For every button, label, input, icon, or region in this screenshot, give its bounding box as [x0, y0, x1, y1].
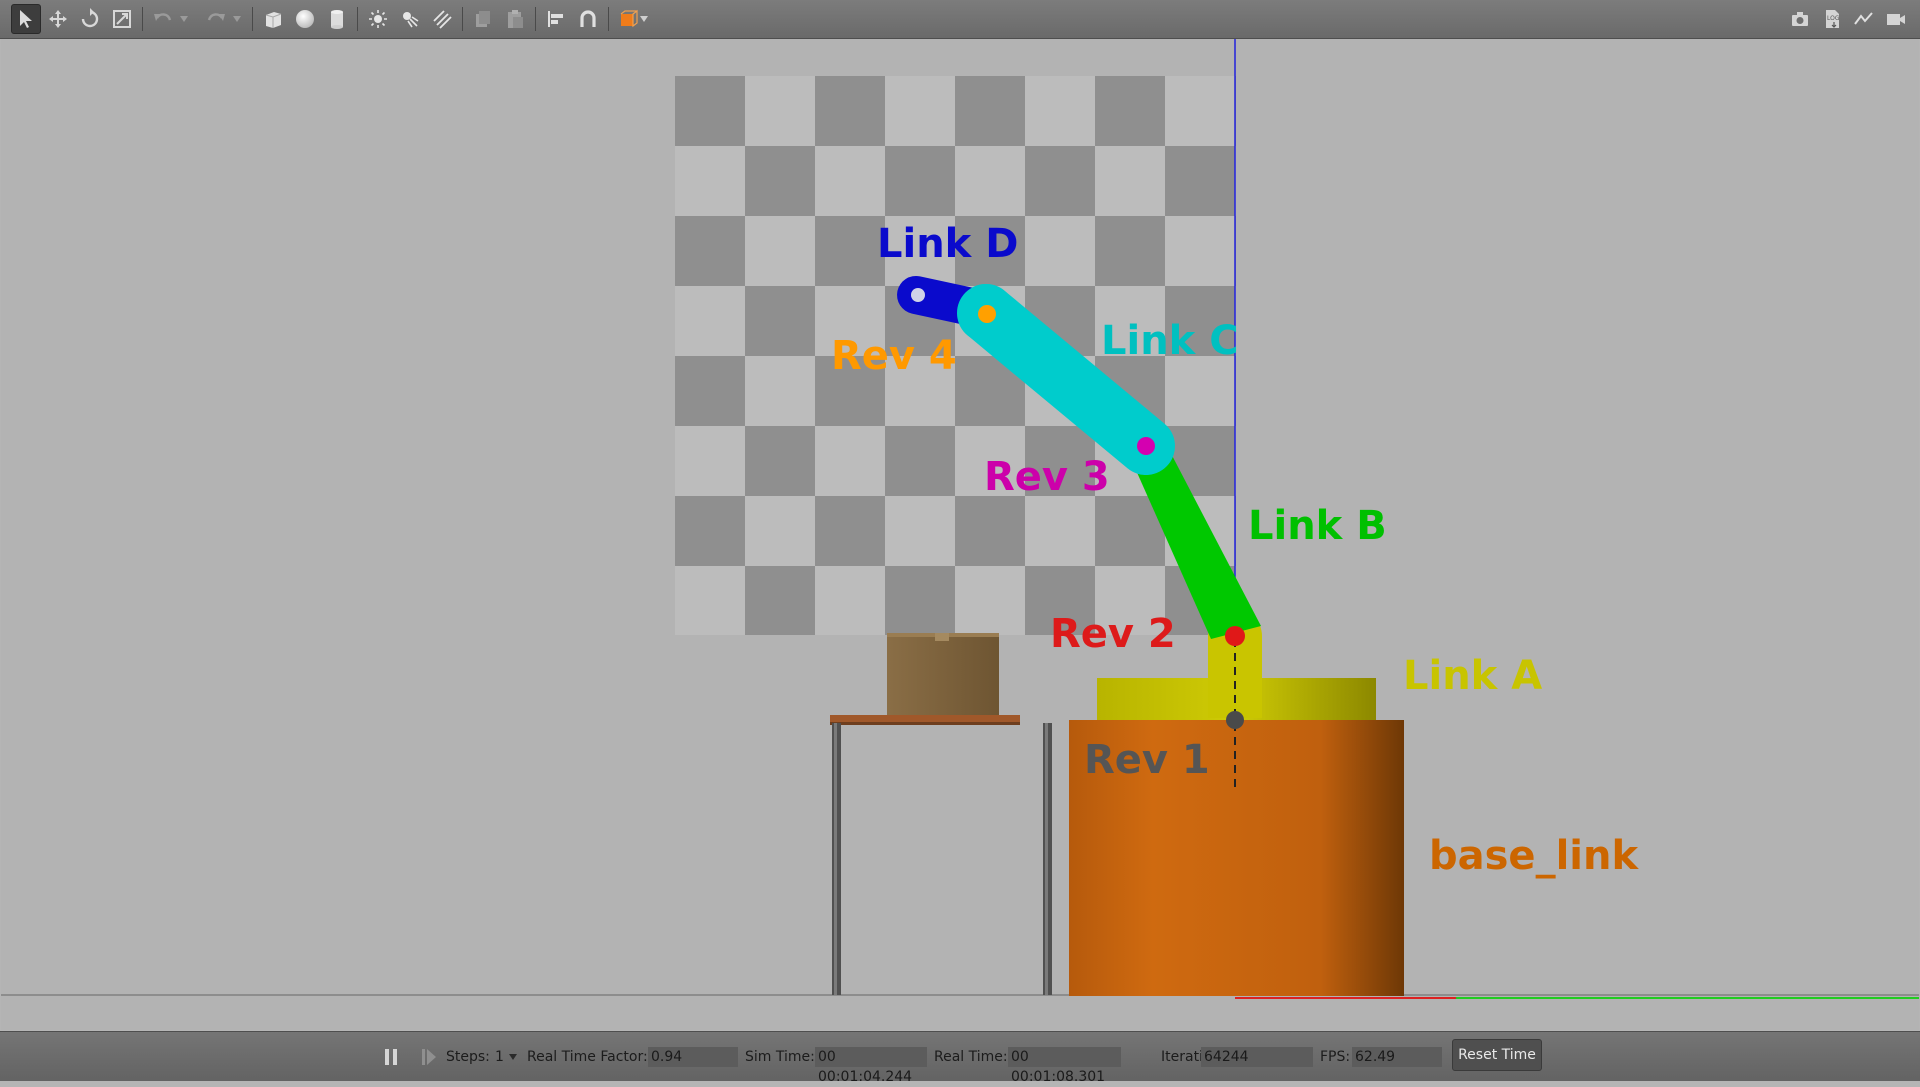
label-rev-4: Rev 4: [831, 333, 957, 379]
rev1-joint-dot: [1226, 711, 1244, 729]
real-time-factor-label: Real Time Factor:: [527, 1048, 648, 1065]
cardboard-box: [887, 633, 999, 715]
steps-spinbox[interactable]: 1: [495, 1032, 517, 1081]
directional-light-icon[interactable]: [427, 4, 457, 34]
undo-icon[interactable]: [148, 4, 178, 34]
iterations-value: 64244: [1201, 1046, 1313, 1067]
sim-time-label: Sim Time:: [745, 1048, 815, 1065]
sim-time-value: 00 00:01:04.244: [815, 1046, 927, 1085]
label-link-b: Link B: [1248, 503, 1387, 549]
rev3-joint-dot: [1137, 437, 1155, 455]
plot-icon[interactable]: [1849, 4, 1879, 34]
pause-button[interactable]: [383, 1032, 399, 1081]
toolbar-separator: [535, 7, 536, 31]
step-forward-icon: [422, 1048, 436, 1065]
svg-text:LOG: LOG: [1827, 15, 1840, 22]
rev4-joint-dot: [978, 305, 996, 323]
real-time-factor-value: 0.94: [648, 1046, 738, 1067]
label-rev-1: Rev 1: [1084, 737, 1210, 783]
box-shape-icon[interactable]: [258, 4, 288, 34]
pause-icon: [385, 1048, 397, 1065]
reset-time-button[interactable]: Reset Time: [1452, 1039, 1542, 1071]
view-angle-chevron-down-icon[interactable]: [639, 4, 649, 34]
scale-icon[interactable]: [107, 4, 137, 34]
align-icon[interactable]: [541, 4, 571, 34]
select-arrow-icon[interactable]: [11, 4, 41, 34]
step-button[interactable]: [421, 1032, 437, 1081]
sphere-shape-icon[interactable]: [290, 4, 320, 34]
redo-icon[interactable]: [201, 4, 231, 34]
link-d-tip-dot: [911, 288, 925, 302]
point-light-icon[interactable]: [363, 4, 393, 34]
label-link-c: Link C: [1101, 318, 1239, 364]
status-bar: Steps: 1 Real Time Factor: 0.94 Sim Time…: [0, 1031, 1920, 1085]
spot-light-icon[interactable]: [395, 4, 425, 34]
toolbar-separator: [252, 7, 253, 31]
log-icon[interactable]: LOG: [1817, 4, 1847, 34]
cylinder-shape-icon[interactable]: [322, 4, 352, 34]
steps-value: 1: [495, 1048, 504, 1065]
fps-label: FPS:: [1320, 1048, 1351, 1065]
toolbar-separator: [142, 7, 143, 31]
toolbar-separator: [608, 7, 609, 31]
toolbar-separator: [462, 7, 463, 31]
video-record-icon[interactable]: [1881, 4, 1911, 34]
top-toolbar: LOG: [0, 0, 1920, 39]
scene-render: [1, 39, 1919, 999]
table: [830, 715, 1052, 995]
label-link-a: Link A: [1403, 653, 1543, 699]
fps-value: 62.49: [1352, 1046, 1442, 1067]
rev2-joint-dot: [1225, 626, 1245, 646]
real-time-label: Real Time:: [934, 1048, 1008, 1065]
copy-icon[interactable]: [468, 4, 498, 34]
toolbar-separator: [357, 7, 358, 31]
steps-chevron-down-icon: [508, 1053, 517, 1060]
label-base-link: base_link: [1429, 833, 1639, 879]
redo-dropdown-chevron-down-icon[interactable]: [232, 4, 242, 34]
steps-label: Steps:: [446, 1048, 490, 1065]
screenshot-camera-icon[interactable]: [1785, 4, 1815, 34]
rotate-icon[interactable]: [75, 4, 105, 34]
label-rev-3: Rev 3: [984, 454, 1110, 500]
paste-icon[interactable]: [500, 4, 530, 34]
undo-dropdown-chevron-down-icon[interactable]: [179, 4, 189, 34]
label-rev-2: Rev 2: [1050, 611, 1176, 657]
real-time-value: 00 00:01:08.301: [1008, 1046, 1121, 1085]
label-link-d: Link D: [877, 221, 1019, 267]
scene-viewport[interactable]: Link D Link C Rev 4 Rev 3 Link B Rev 2 L…: [1, 39, 1919, 1030]
translate-icon[interactable]: [43, 4, 73, 34]
snap-magnet-icon[interactable]: [573, 4, 603, 34]
